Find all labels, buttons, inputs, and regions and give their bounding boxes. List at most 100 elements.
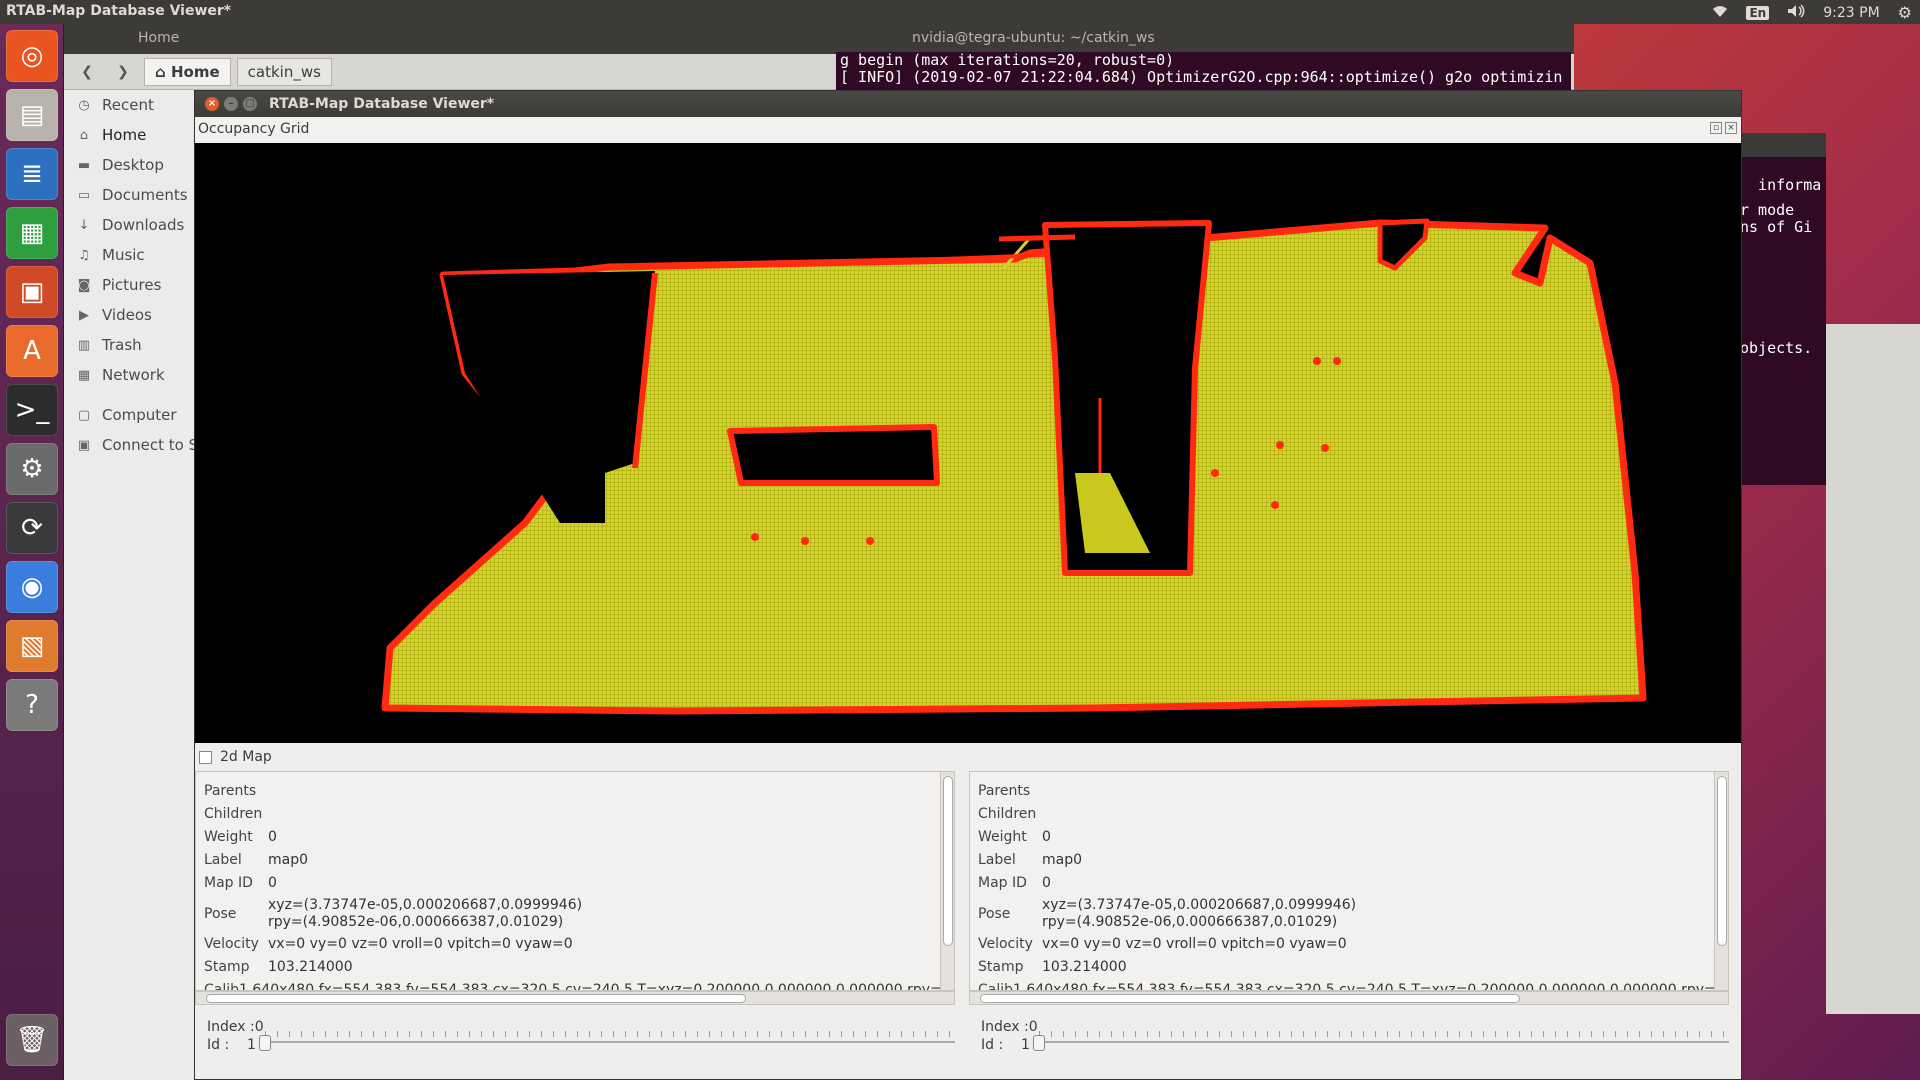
- sidebar-item-documents[interactable]: ▭ Documents: [64, 180, 213, 210]
- dock-float-button[interactable]: ▫: [1710, 122, 1722, 134]
- info-value: 0: [1042, 829, 1051, 845]
- clock[interactable]: 9:23 PM: [1823, 5, 1879, 21]
- scroll-thumb[interactable]: [980, 994, 1520, 1003]
- sidebar-item-label: Connect to Se: [102, 436, 208, 454]
- index-label: Index :0: [981, 1019, 1038, 1035]
- obstacle-wall: [998, 234, 1076, 242]
- info-row-weight: Weight 0: [970, 826, 1728, 849]
- minimize-window-button[interactable]: –: [224, 97, 238, 111]
- node-info-panel-right: Parents Children Weight 0 Label map0 Map ID 0 Po…: [969, 771, 1729, 991]
- session-gear-icon[interactable]: ⚙: [1898, 3, 1912, 22]
- info-row-velocity: Velocity vx=0 vy=0 vz=0 vroll=0 vpitch=0 …: [196, 933, 954, 956]
- video-icon: ▶: [79, 307, 89, 323]
- slider-track[interactable]: [265, 1041, 955, 1043]
- settings-icon[interactable]: ⚙: [6, 443, 58, 495]
- sidebar-item-recent[interactable]: ◷ Recent: [64, 90, 213, 120]
- trash-icon[interactable]: 🗑: [6, 1014, 58, 1066]
- right-index-slider[interactable]: Index :0 Id : 1: [969, 1011, 1729, 1071]
- info-key: Velocity: [978, 936, 1033, 952]
- camera-icon: ◙: [77, 277, 91, 293]
- left-index-slider[interactable]: Index :0 Id : 1: [195, 1011, 955, 1071]
- slider-handle[interactable]: [1033, 1035, 1045, 1051]
- vertical-scrollbar[interactable]: [1714, 772, 1728, 990]
- slider-track[interactable]: [1039, 1041, 1729, 1043]
- keyboard-layout-indicator[interactable]: En: [1746, 5, 1770, 20]
- obstacle-point: [866, 537, 874, 545]
- back-button[interactable]: ❮: [72, 59, 102, 85]
- info-row-parents: Parents: [970, 780, 1728, 803]
- info-value: 0: [268, 875, 277, 891]
- maximize-window-button[interactable]: □: [243, 97, 257, 111]
- impress-icon[interactable]: ▣: [6, 266, 58, 318]
- bg-terminal-line: objects.: [1740, 339, 1813, 357]
- updater-icon[interactable]: ⟳: [6, 502, 58, 554]
- volume-icon[interactable]: [1787, 3, 1805, 22]
- forward-button[interactable]: ❯: [108, 59, 138, 85]
- pose-rpy: rpy=(4.90852e-06,0.000666387,0.01029): [268, 914, 564, 930]
- package-icon[interactable]: ▧: [6, 620, 58, 672]
- sidebar-item-home[interactable]: ⌂ Home: [64, 120, 213, 150]
- obstacle-point: [1276, 441, 1284, 449]
- occupancy-grid-view[interactable]: [195, 143, 1741, 743]
- left-horizontal-scrollbar[interactable]: [195, 991, 955, 1005]
- places-sidebar: ◷ Recent ⌂ Home ▬ Desktop ▭ Documents ↓ Downloads…: [64, 90, 214, 1080]
- sidebar-item-music[interactable]: ♫ Music: [64, 240, 213, 270]
- writer-icon[interactable]: ≣: [6, 148, 58, 200]
- sidebar-item-videos[interactable]: ▶ Videos: [64, 300, 213, 330]
- clock-icon: ◷: [78, 97, 90, 113]
- calc-icon[interactable]: ▦: [6, 207, 58, 259]
- sidebar-item-label: Computer: [102, 406, 177, 424]
- scroll-thumb[interactable]: [206, 994, 746, 1003]
- breadcrumb-home[interactable]: ⌂ Home: [144, 57, 231, 86]
- info-row-stamp: Stamp 103.214000: [970, 956, 1728, 979]
- sidebar-item-desktop[interactable]: ▬ Desktop: [64, 150, 213, 180]
- 2d-map-checkbox[interactable]: [199, 750, 212, 764]
- help-icon[interactable]: ?: [6, 679, 58, 731]
- obstacle-point: [751, 533, 759, 541]
- background-terminal: informa r mode ns of Gi objects.: [1740, 133, 1826, 485]
- info-key: Map ID: [204, 875, 253, 891]
- sidebar-item-connect-to-se[interactable]: ▣ Connect to Se: [64, 430, 213, 460]
- dock-title: Occupancy Grid: [198, 121, 310, 137]
- sidebar-item-trash[interactable]: ▥ Trash: [64, 330, 213, 360]
- breadcrumb-catkin-ws[interactable]: catkin_ws: [236, 57, 332, 86]
- slider-handle[interactable]: [259, 1035, 271, 1051]
- close-window-button[interactable]: ×: [205, 97, 219, 111]
- terminal-icon[interactable]: >_: [6, 384, 58, 436]
- info-row-stamp: Stamp 103.214000: [196, 956, 954, 979]
- pose-xyz: xyz=(3.73747e-05,0.000206687,0.0999946): [268, 897, 583, 913]
- launcher: ◎ ▤ ≣ ▦ ▣ A >_ ⚙ ⟳ ◉ ▧? 🗑: [0, 24, 64, 1080]
- id-label: Id : 1: [981, 1037, 1030, 1053]
- active-app-title: RTAB-Map Database Viewer*: [6, 3, 232, 19]
- info-key: Weight: [204, 829, 253, 845]
- info-key: Children: [978, 806, 1037, 822]
- software-center-icon[interactable]: A: [6, 325, 58, 377]
- sidebar-item-network[interactable]: ▦ Network: [64, 360, 213, 390]
- scroll-thumb[interactable]: [1717, 776, 1727, 946]
- scroll-thumb[interactable]: [943, 776, 953, 946]
- sidebar-item-downloads[interactable]: ↓ Downloads: [64, 210, 213, 240]
- ubuntu-dash-icon[interactable]: ◎: [6, 30, 58, 82]
- 2d-map-toggle[interactable]: 2d Map: [199, 745, 272, 769]
- info-row-map-id: Map ID 0: [970, 872, 1728, 895]
- vertical-scrollbar[interactable]: [940, 772, 954, 990]
- info-value: 1 640x480 fx=554.383 fy=554.383 cx=320.5…: [239, 982, 955, 991]
- wifi-icon[interactable]: [1712, 4, 1728, 22]
- viewer-titlebar: × – □ RTAB-Map Database Viewer*: [195, 91, 1741, 117]
- info-value: map0: [1042, 852, 1083, 868]
- sidebar-item-pictures[interactable]: ◙ Pictures: [64, 270, 213, 300]
- files-icon[interactable]: ▤: [6, 89, 58, 141]
- 2d-map-label: 2d Map: [220, 749, 272, 765]
- sidebar-item-label: Home: [102, 126, 147, 144]
- server-icon: ▣: [77, 437, 91, 453]
- obstacle-point: [1211, 469, 1219, 477]
- bg-terminal-line: informa: [1740, 176, 1822, 194]
- desktop-folder-icon: ▬: [77, 157, 91, 173]
- chromium-icon[interactable]: ◉: [6, 561, 58, 613]
- dock-close-button[interactable]: ×: [1725, 122, 1737, 134]
- info-row-calib: Calib 1 640x480 fx=554.383 fy=554.383 cx=…: [970, 979, 1728, 990]
- sidebar-item-computer[interactable]: ▢ Computer: [64, 400, 213, 430]
- right-horizontal-scrollbar[interactable]: [969, 991, 1729, 1005]
- sidebar-item-label: Network: [102, 366, 165, 384]
- index-label: Index :0: [207, 1019, 264, 1035]
